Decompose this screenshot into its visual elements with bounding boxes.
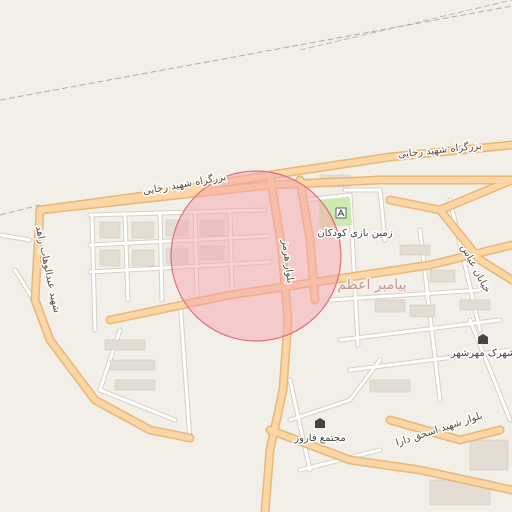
label-mojtama-farvar: مجتمع فارور — [293, 433, 345, 444]
map-canvas[interactable]: بزرگراه شهید رجایی بزرگراه شهید رجایی بل… — [0, 0, 512, 512]
highlight-circle[interactable] — [171, 171, 341, 341]
playground-icon[interactable] — [335, 207, 347, 219]
label-shahrak-mehrshahr: شهرک مهرشهر — [450, 348, 512, 359]
map-svg: بزرگراه شهید رجایی بزرگراه شهید رجایی بل… — [0, 0, 512, 512]
label-neighborhood: پیامبر اعظم — [337, 277, 406, 293]
label-playground: زمین بازی کودکان — [317, 228, 392, 239]
